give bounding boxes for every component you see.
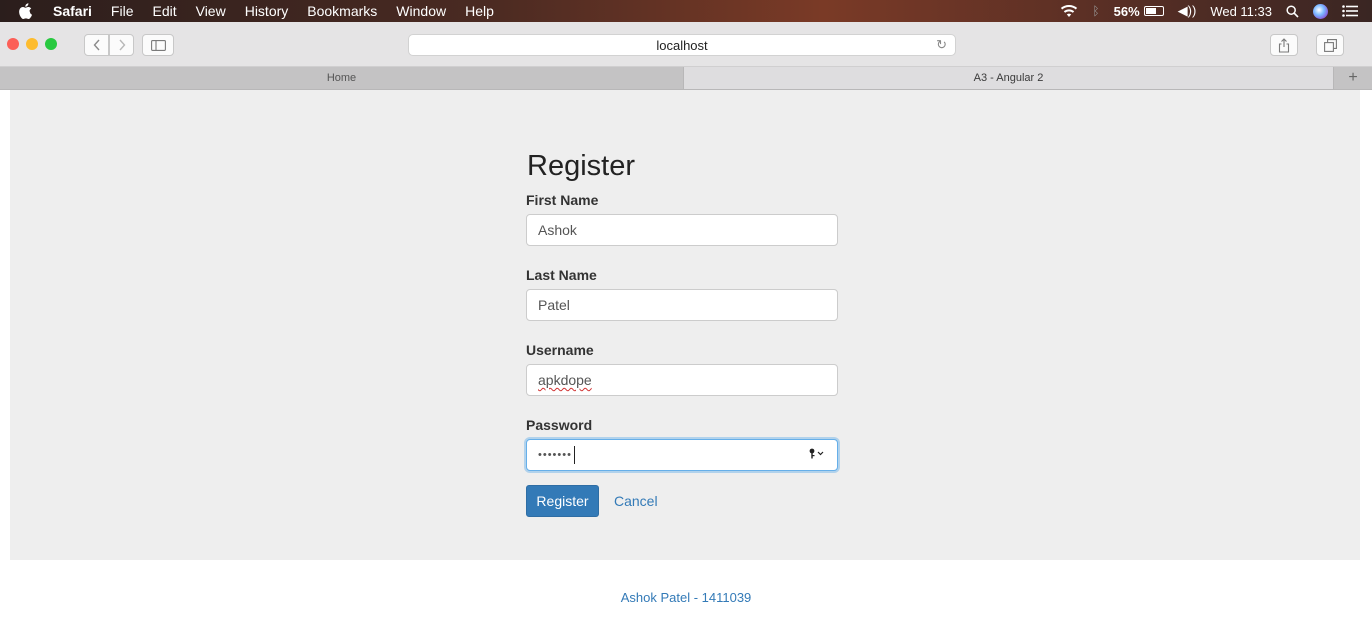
new-tab-button[interactable]: + bbox=[1333, 67, 1372, 89]
register-button[interactable]: Register bbox=[526, 485, 599, 517]
username-value: apkdope bbox=[538, 372, 592, 388]
share-icon bbox=[1278, 37, 1290, 53]
chevron-right-icon bbox=[118, 39, 125, 51]
wifi-icon[interactable] bbox=[1060, 4, 1078, 18]
url-text: localhost bbox=[656, 37, 708, 53]
username-input[interactable]: apkdope bbox=[526, 364, 838, 396]
menu-app-name[interactable]: Safari bbox=[53, 0, 92, 22]
cancel-link[interactable]: Cancel bbox=[614, 493, 658, 509]
macos-menu-bar: Safari File Edit View History Bookmarks … bbox=[0, 0, 1372, 22]
tab-home[interactable]: Home bbox=[0, 67, 683, 89]
page-title: Register bbox=[527, 150, 635, 182]
menu-edit[interactable]: Edit bbox=[152, 0, 176, 22]
first-name-label: First Name bbox=[526, 192, 599, 208]
back-button[interactable] bbox=[84, 34, 109, 56]
password-label: Password bbox=[526, 417, 593, 433]
battery-icon bbox=[1143, 6, 1164, 16]
menu-file[interactable]: File bbox=[111, 0, 134, 22]
menu-view[interactable]: View bbox=[196, 0, 226, 22]
menu-help[interactable]: Help bbox=[465, 0, 494, 22]
menu-bookmarks[interactable]: Bookmarks bbox=[307, 0, 377, 22]
jumbotron: Register First Name Ashok Last Name Pate… bbox=[10, 90, 1360, 560]
text-caret bbox=[573, 446, 575, 464]
menu-clock[interactable]: Wed 11:33 bbox=[1210, 4, 1272, 19]
page-content: Register First Name Ashok Last Name Pate… bbox=[0, 90, 1372, 626]
password-group: Password ••••••• bbox=[526, 417, 838, 471]
zoom-window-button[interactable] bbox=[45, 38, 57, 50]
siri-icon[interactable] bbox=[1313, 3, 1328, 19]
forward-button[interactable] bbox=[109, 34, 134, 56]
form-actions: Register Cancel bbox=[526, 485, 838, 517]
username-group: Username apkdope bbox=[526, 342, 838, 396]
sidebar-toggle-button[interactable] bbox=[142, 34, 174, 56]
volume-icon[interactable]: ◀)) bbox=[1178, 3, 1197, 19]
tabs-icon bbox=[1323, 38, 1337, 52]
close-window-button[interactable] bbox=[7, 38, 19, 50]
chevron-left-icon bbox=[93, 39, 100, 51]
first-name-value: Ashok bbox=[538, 222, 577, 238]
menu-window[interactable]: Window bbox=[396, 0, 446, 22]
keychain-key-icon[interactable] bbox=[809, 448, 825, 462]
apple-menu-icon[interactable] bbox=[18, 3, 32, 19]
menu-history[interactable]: History bbox=[245, 0, 289, 22]
sidebar-icon bbox=[150, 39, 166, 51]
share-button[interactable] bbox=[1270, 34, 1298, 56]
browser-toolbar: localhost ↻ bbox=[0, 22, 1372, 67]
first-name-input[interactable]: Ashok bbox=[526, 214, 838, 246]
last-name-value: Patel bbox=[538, 297, 570, 313]
first-name-group: First Name Ashok bbox=[526, 192, 838, 246]
password-value: ••••••• bbox=[538, 449, 572, 461]
password-input[interactable]: ••••••• bbox=[526, 439, 838, 471]
footer-credit: Ashok Patel - 1411039 bbox=[620, 590, 752, 605]
address-bar[interactable]: localhost ↻ bbox=[408, 34, 956, 56]
last-name-input[interactable]: Patel bbox=[526, 289, 838, 321]
battery-percent: 56% bbox=[1113, 3, 1140, 19]
spotlight-search-icon[interactable] bbox=[1286, 4, 1299, 18]
minimize-window-button[interactable] bbox=[26, 38, 38, 50]
username-label: Username bbox=[526, 342, 594, 358]
tab-overview-button[interactable] bbox=[1316, 34, 1344, 56]
battery-status[interactable]: 56% bbox=[1114, 4, 1164, 19]
notification-center-icon[interactable] bbox=[1342, 5, 1358, 17]
bluetooth-icon[interactable]: ᛒ bbox=[1092, 4, 1099, 18]
last-name-label: Last Name bbox=[526, 267, 597, 283]
tab-a3-angular[interactable]: A3 - Angular 2 bbox=[683, 67, 1333, 89]
register-form: Register First Name Ashok Last Name Pate… bbox=[526, 148, 838, 517]
tab-bar: Home A3 - Angular 2 + bbox=[0, 67, 1372, 90]
last-name-group: Last Name Patel bbox=[526, 267, 838, 321]
reload-icon[interactable]: ↻ bbox=[936, 37, 947, 53]
